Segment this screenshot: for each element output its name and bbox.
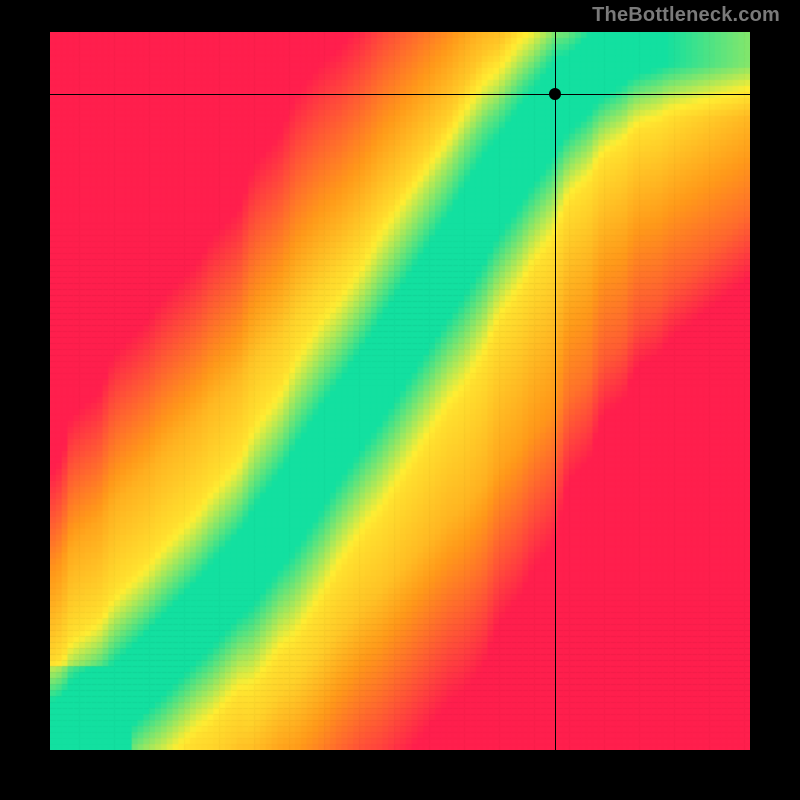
- crosshair-horizontal: [50, 94, 750, 96]
- crosshair-vertical: [555, 32, 557, 750]
- chart-container: TheBottleneck.com: [0, 0, 800, 800]
- heatmap-plot: [50, 32, 750, 750]
- attribution-text: TheBottleneck.com: [592, 4, 780, 27]
- heatmap-canvas: [50, 32, 750, 750]
- selection-marker: [549, 88, 561, 100]
